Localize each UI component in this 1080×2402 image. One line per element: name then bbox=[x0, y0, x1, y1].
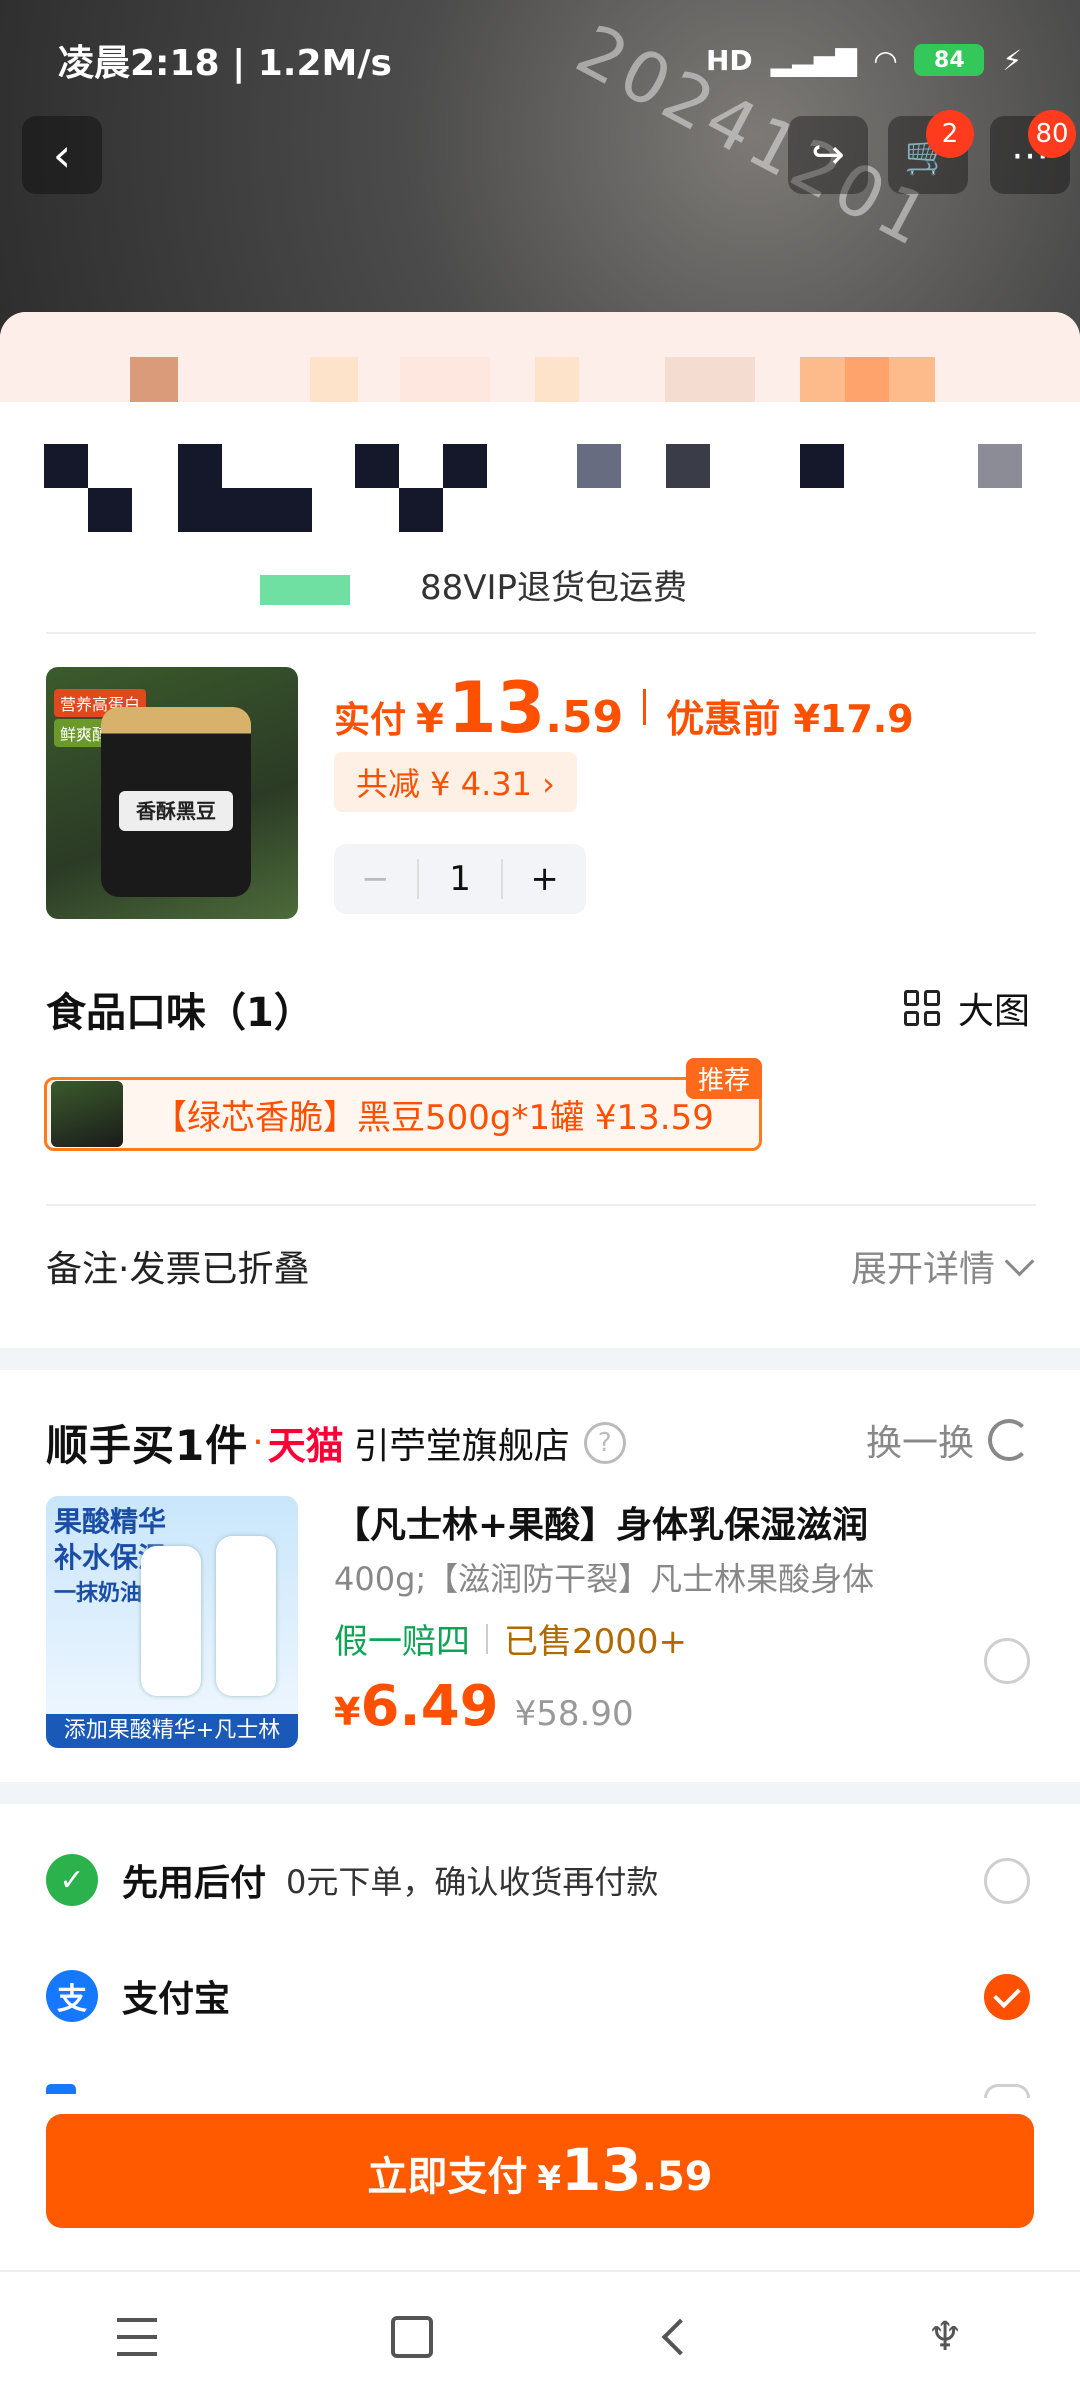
vip-return-shipping: 88VIP退货包运费 bbox=[260, 560, 687, 609]
pay-label: 实付 bbox=[334, 700, 407, 741]
bottle-graphic bbox=[216, 1536, 276, 1696]
flavor-thumbnail bbox=[51, 1081, 123, 1147]
separator bbox=[486, 1623, 488, 1654]
share-icon: ↪ bbox=[811, 132, 845, 178]
addon-product-name[interactable]: 【凡士林+果酸】身体乳保湿滋润 bbox=[334, 1496, 954, 1548]
order-sheet: 88VIP退货包运费 营养高蛋白 鲜爽醇糖 香酥黑豆 实付 ¥ 13 .59 优… bbox=[0, 312, 1080, 2400]
share-button[interactable]: ↪ bbox=[788, 116, 868, 194]
pixelated-address-area bbox=[0, 312, 1080, 542]
divider bbox=[46, 632, 1036, 634]
pre-discount-price: 优惠前 ¥17.9 bbox=[666, 697, 914, 741]
status-icons: HD ▂▃▅▇ ◠ 84 ⚡ bbox=[706, 44, 1022, 77]
addon-product-tags: 假一赔四 已售2000+ bbox=[334, 1614, 687, 1663]
home-icon[interactable] bbox=[391, 2316, 434, 2358]
pay-price-decimal: .59 bbox=[641, 2154, 713, 2200]
chevron-left-icon: ‹ bbox=[52, 128, 72, 182]
product-image[interactable]: 营养高蛋白 鲜爽醇糖 香酥黑豆 bbox=[46, 667, 298, 919]
vip-badge-icon bbox=[260, 574, 350, 605]
charging-icon: ⚡ bbox=[1002, 43, 1022, 77]
status-bar: 凌晨2:18 | 1.2M/s HD ▂▃▅▇ ◠ 84 ⚡ bbox=[0, 0, 1080, 120]
expand-details-label: 展开详情 bbox=[850, 1249, 995, 1290]
flavor-option[interactable]: 【绿芯香脆】黑豆500g*1罐 ¥13.59 推荐 bbox=[44, 1058, 762, 1151]
addon-original-price: ¥58.90 bbox=[514, 1694, 634, 1734]
wifi-icon: ◠ bbox=[874, 43, 897, 77]
bottle-graphic bbox=[141, 1546, 201, 1696]
dot-separator: · bbox=[252, 1422, 264, 1463]
expand-details-button[interactable]: 展开详情 bbox=[850, 1240, 1035, 1292]
pay-price-integer: 13 bbox=[561, 2136, 642, 2204]
big-image-toggle[interactable]: 大图 bbox=[903, 982, 1030, 1034]
swap-button[interactable]: 换一换 bbox=[866, 1414, 1030, 1466]
payment-option-partial-icon bbox=[46, 2084, 76, 2094]
system-navigation-bar: ♆ bbox=[0, 2270, 1080, 2402]
more-badge: 80 bbox=[1028, 110, 1076, 158]
back-icon[interactable] bbox=[661, 2318, 699, 2356]
shop-name: 引苧堂旗舰店 bbox=[353, 1425, 570, 1467]
pay-now-button[interactable]: 立即支付 ¥ 13 .59 bbox=[46, 2114, 1034, 2228]
pay-later-radio[interactable] bbox=[984, 1858, 1030, 1904]
flavor-section-title: 食品口味（1） bbox=[46, 990, 314, 1036]
price-decimal: .59 bbox=[545, 692, 624, 743]
flavor-option-label: 【绿芯香脆】黑豆500g*1罐 ¥13.59 bbox=[153, 1097, 714, 1138]
payment-option-alipay[interactable]: 支 支付宝 bbox=[46, 1970, 230, 2022]
addon-product-image[interactable]: 果酸精华 补水保湿 一抹奶油肌 添加果酸精华+凡士林 bbox=[46, 1496, 298, 1748]
addon-shop-header: 顺手买1件 · 天猫 引苧堂旗舰店 ? bbox=[46, 1412, 626, 1473]
sold-count: 已售2000+ bbox=[504, 1622, 688, 1662]
guarantee-tag: 假一赔四 bbox=[334, 1622, 470, 1662]
separator bbox=[643, 689, 647, 725]
currency-symbol: ¥ bbox=[416, 696, 444, 742]
more-button[interactable]: ⋯ 80 bbox=[990, 110, 1076, 194]
network-label: HD bbox=[705, 43, 753, 77]
decrease-button[interactable]: − bbox=[334, 859, 417, 899]
addon-price-value: 6.49 bbox=[360, 1674, 499, 1739]
jar-graphic: 香酥黑豆 bbox=[101, 707, 251, 897]
grid-icon bbox=[903, 990, 940, 1026]
increase-button[interactable]: + bbox=[503, 859, 586, 899]
actual-payment-price: 实付 ¥ 13 .59 优惠前 ¥17.9 bbox=[334, 667, 914, 749]
price-integer: 13 bbox=[447, 667, 546, 749]
pay-later-label: 先用后付 bbox=[122, 1863, 267, 1904]
payment-option-pay-later[interactable]: ✓ 先用后付 0元下单，确认收货再付款 bbox=[46, 1854, 658, 1906]
refresh-icon bbox=[988, 1419, 1030, 1461]
status-time: 凌晨2:18 | 1.2M/s bbox=[58, 43, 392, 84]
shopping-bag-icon: ✓ bbox=[46, 1854, 98, 1906]
addon-image-strip: 添加果酸精华+凡士林 bbox=[46, 1714, 298, 1748]
help-icon[interactable]: ? bbox=[583, 1421, 626, 1464]
currency-symbol: ¥ bbox=[537, 2159, 562, 2199]
addon-select-radio[interactable] bbox=[984, 1638, 1030, 1684]
divider bbox=[46, 1204, 1036, 1206]
total-discount-button[interactable]: 共减 ¥ 4.31 › bbox=[334, 752, 577, 812]
quantity-stepper: − 1 + bbox=[334, 844, 586, 914]
remark-invoice-label: 备注·发票已折叠 bbox=[46, 1249, 310, 1290]
big-image-label: 大图 bbox=[957, 991, 1030, 1032]
cart-badge: 2 bbox=[926, 110, 974, 158]
alipay-radio[interactable] bbox=[984, 1974, 1030, 2020]
buy-one-more-label: 顺手买1件 bbox=[46, 1421, 249, 1470]
addon-product-spec: 400g;【滋润防干裂】凡士林果酸身体 bbox=[334, 1560, 875, 1598]
alipay-label: 支付宝 bbox=[122, 1979, 231, 2020]
tmall-logo: 天猫 bbox=[267, 1424, 344, 1468]
section-separator bbox=[0, 1348, 1080, 1370]
recommended-badge: 推荐 bbox=[685, 1058, 762, 1099]
section-separator bbox=[0, 1782, 1080, 1804]
currency-symbol: ¥ bbox=[334, 1690, 361, 1734]
addon-price: ¥ 6.49 ¥58.90 bbox=[334, 1674, 634, 1739]
jar-label: 香酥黑豆 bbox=[119, 791, 233, 831]
check-icon bbox=[993, 1980, 1021, 2008]
swap-label: 换一换 bbox=[865, 1423, 974, 1464]
payment-option-partial-radio[interactable] bbox=[984, 2084, 1030, 2098]
pay-now-label: 立即支付 bbox=[367, 2154, 528, 2200]
quantity-input[interactable]: 1 bbox=[416, 859, 504, 899]
accessibility-icon[interactable]: ♆ bbox=[927, 2314, 963, 2360]
menu-icon[interactable] bbox=[117, 2318, 158, 2356]
pay-later-subtitle: 0元下单，确认收货再付款 bbox=[286, 1863, 659, 1901]
alipay-icon: 支 bbox=[46, 1970, 98, 2022]
back-button[interactable]: ‹ bbox=[22, 116, 102, 194]
vip-text: 88VIP退货包运费 bbox=[420, 568, 688, 608]
cart-button[interactable]: 🛒 2 bbox=[888, 110, 974, 194]
signal-icon: ▂▃▅▇ bbox=[770, 43, 857, 77]
chevron-down-icon bbox=[1004, 1246, 1035, 1276]
battery-icon: 84 bbox=[914, 44, 985, 76]
